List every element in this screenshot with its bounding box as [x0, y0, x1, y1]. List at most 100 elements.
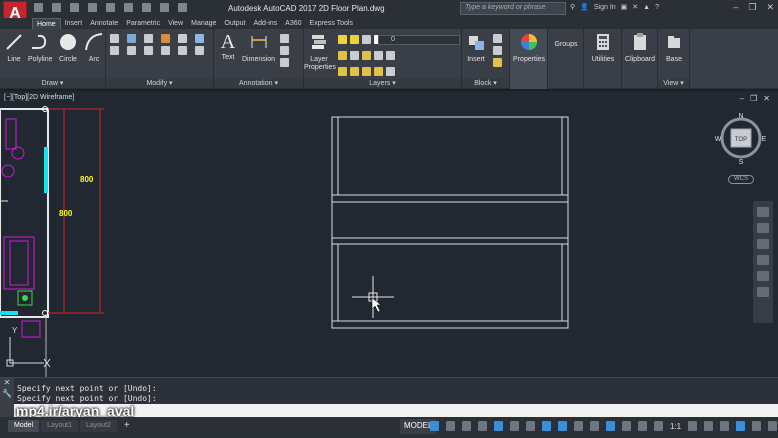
- help-icon[interactable]: ?: [655, 4, 659, 11]
- layer-unlock-icon[interactable]: [386, 67, 395, 76]
- object-snap-tracking-icon[interactable]: [542, 421, 551, 431]
- rotate-icon[interactable]: [127, 34, 136, 43]
- steering-wheel-icon[interactable]: [757, 207, 769, 217]
- redo-icon[interactable]: [142, 3, 151, 12]
- hardware-acceleration-icon[interactable]: [768, 421, 778, 431]
- wcs-menu[interactable]: WCS: [728, 175, 754, 184]
- tab-insert[interactable]: Insert: [61, 18, 87, 29]
- leader-icon[interactable]: [280, 34, 289, 43]
- properties-tool[interactable]: Properties: [510, 32, 548, 63]
- tab-home[interactable]: Home: [32, 18, 61, 29]
- 3d-osnap-icon[interactable]: [622, 421, 631, 431]
- tab-add-ins[interactable]: Add-ins: [249, 18, 281, 29]
- isolate-objects-icon[interactable]: [752, 421, 762, 431]
- tab-a360[interactable]: A360: [281, 18, 305, 29]
- tab-output[interactable]: Output: [220, 18, 249, 29]
- polyline-tool[interactable]: Polyline: [28, 32, 53, 63]
- array-icon[interactable]: [178, 46, 187, 55]
- open-icon[interactable]: [52, 3, 61, 12]
- base-tool[interactable]: Base: [658, 32, 690, 63]
- draw-panel-title[interactable]: Draw ▾: [0, 79, 105, 88]
- tab-manage[interactable]: Manage: [187, 18, 220, 29]
- layer-freeze-icon[interactable]: [362, 51, 371, 60]
- minimize-icon[interactable]: –: [733, 2, 738, 13]
- search-input[interactable]: Type a keyword or phrase: [460, 2, 566, 15]
- annotation-visibility-icon[interactable]: [638, 421, 647, 431]
- layer-unisolate-icon[interactable]: [386, 51, 395, 60]
- clipboard-tool[interactable]: Clipboard: [622, 32, 658, 63]
- layer-iso-icon[interactable]: [350, 51, 359, 60]
- viewport-restore-icon[interactable]: ❐: [750, 94, 757, 103]
- utilities-panel[interactable]: Utilities: [584, 29, 622, 89]
- sign-in-link[interactable]: Sign In: [594, 4, 616, 11]
- save-icon[interactable]: [70, 3, 79, 12]
- ortho-icon[interactable]: [494, 421, 503, 431]
- add-layout-button[interactable]: +: [119, 420, 135, 432]
- edit-block-icon[interactable]: [493, 46, 502, 55]
- offset-icon[interactable]: [195, 46, 204, 55]
- workspace-gear-icon[interactable]: [688, 421, 698, 431]
- annotation-scale[interactable]: 1:1: [670, 422, 681, 431]
- fillet-icon[interactable]: [110, 46, 119, 55]
- clipboard-panel[interactable]: Clipboard: [622, 29, 658, 89]
- command-settings-icon[interactable]: 🔧: [0, 389, 14, 398]
- pan-icon[interactable]: [757, 223, 769, 233]
- new-icon[interactable]: [34, 3, 43, 12]
- tab-annotate[interactable]: Annotate: [86, 18, 122, 29]
- tab-express-tools[interactable]: Express Tools: [306, 18, 357, 29]
- drawing-canvas[interactable]: 800 800 Y TOP N S E W: [0, 91, 778, 377]
- view-panel-title[interactable]: View ▾: [658, 79, 689, 88]
- orbit-icon[interactable]: [757, 255, 769, 265]
- layer-on-icon[interactable]: [362, 67, 371, 76]
- polar-icon[interactable]: [510, 421, 519, 431]
- undo-icon[interactable]: [124, 3, 133, 12]
- viewport-close-icon[interactable]: ✕: [763, 94, 770, 103]
- explode-icon[interactable]: [127, 46, 136, 55]
- tab-layout2[interactable]: Layout2: [80, 420, 117, 432]
- command-line-handle[interactable]: ✕ 🔧: [0, 378, 14, 418]
- edit-attributes-icon[interactable]: [493, 58, 502, 67]
- dimension-tool[interactable]: Dimension: [242, 32, 275, 63]
- grid-icon[interactable]: [430, 421, 439, 431]
- transparency-icon[interactable]: [590, 421, 599, 431]
- trim-icon[interactable]: [144, 34, 153, 43]
- groups-tool[interactable]: Groups: [548, 41, 584, 48]
- viewport-controls-label[interactable]: [−][Top][2D Wireframe]: [4, 94, 74, 101]
- arc-tool[interactable]: Arc: [84, 32, 104, 63]
- scale-icon[interactable]: [161, 46, 170, 55]
- object-snap-icon[interactable]: [558, 421, 567, 431]
- selection-cycling-icon[interactable]: [606, 421, 615, 431]
- utilities-tool[interactable]: Utilities: [584, 32, 622, 63]
- move-icon[interactable]: [110, 34, 119, 43]
- quick-properties-icon[interactable]: [736, 421, 746, 431]
- close-icon[interactable]: ✕: [766, 2, 774, 13]
- dynamic-input-icon[interactable]: [478, 421, 487, 431]
- layer-dropdown[interactable]: 0: [378, 35, 460, 45]
- lock-icon[interactable]: [362, 35, 371, 44]
- grip-2[interactable]: [42, 310, 48, 316]
- cabinet-drawing[interactable]: [331, 116, 569, 329]
- properties-panel[interactable]: Properties: [510, 29, 548, 89]
- layer-match-icon[interactable]: [338, 51, 347, 60]
- command-close-icon[interactable]: ✕: [0, 378, 14, 387]
- navbar-menu-icon[interactable]: [757, 287, 769, 297]
- tab-parametric[interactable]: Parametric: [122, 18, 164, 29]
- text-tool[interactable]: A Text: [218, 32, 238, 61]
- create-block-icon[interactable]: [493, 34, 502, 43]
- groups-panel[interactable]: Groups: [548, 29, 584, 89]
- block-panel-title[interactable]: Block ▾: [462, 79, 509, 88]
- layer-walk-icon[interactable]: [338, 67, 347, 76]
- layer-off-icon[interactable]: [374, 51, 383, 60]
- mirror-icon[interactable]: [195, 34, 204, 43]
- showmotion-icon[interactable]: [757, 271, 769, 281]
- layer-lock-icon[interactable]: [374, 67, 383, 76]
- table-icon[interactable]: [280, 46, 289, 55]
- copy-icon[interactable]: [178, 34, 187, 43]
- user-icon[interactable]: 👤: [580, 3, 589, 11]
- layers-panel-title[interactable]: Layers ▾: [304, 79, 461, 88]
- layer-properties-tool[interactable]: Layer Properties: [304, 32, 336, 72]
- snap-icon[interactable]: [446, 421, 455, 431]
- circle-tool[interactable]: Circle: [58, 32, 78, 63]
- tab-view[interactable]: View: [164, 18, 187, 29]
- lineweight-icon[interactable]: [574, 421, 583, 431]
